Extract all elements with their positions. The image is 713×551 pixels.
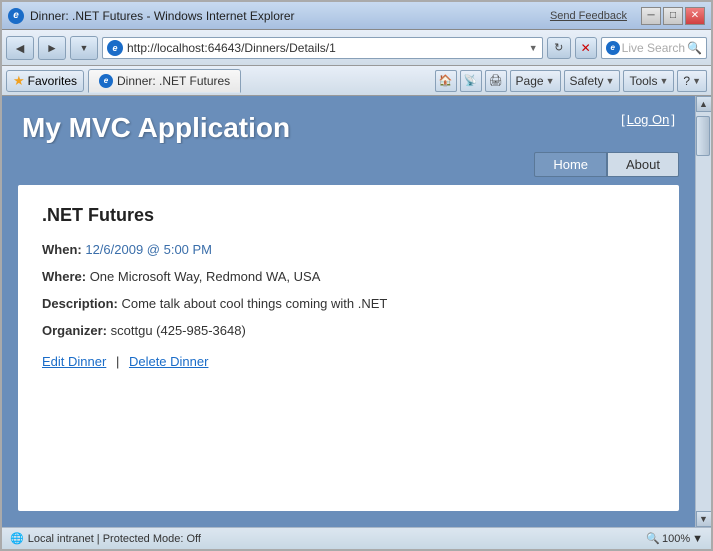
help-chevron-icon: ▼ <box>692 76 701 86</box>
back-button[interactable]: ◄ <box>6 36 34 60</box>
help-label: ? <box>683 74 690 88</box>
description-row: Description: Come talk about cool things… <box>42 296 655 311</box>
scroll-down-button[interactable]: ▼ <box>696 511 712 527</box>
when-value: 12/6/2009 @ 5:00 PM <box>85 242 212 257</box>
home-nav-button[interactable]: Home <box>534 152 607 177</box>
action-separator: | <box>116 354 119 369</box>
print-icon-btn[interactable]: 🖨 <box>485 70 507 92</box>
close-button[interactable]: ✕ <box>685 7 705 25</box>
page-chevron-icon: ▼ <box>546 76 555 86</box>
dropdown-button[interactable]: ▼ <box>70 36 98 60</box>
tab-ie-icon: e <box>99 74 113 88</box>
zoom-chevron-icon: ▼ <box>692 533 703 545</box>
tools-menu-btn[interactable]: Tools ▼ <box>623 70 674 92</box>
page-label: Page <box>516 74 544 88</box>
tools-chevron-icon: ▼ <box>659 76 668 86</box>
browser-title: Dinner: .NET Futures - Windows Internet … <box>30 9 295 23</box>
scroll-up-button[interactable]: ▲ <box>696 96 712 112</box>
scroll-track[interactable] <box>696 112 711 511</box>
live-search-icon: e <box>606 41 620 55</box>
safety-chevron-icon: ▼ <box>606 76 615 86</box>
zoom-icon: 🔍 <box>646 532 660 545</box>
address-dropdown-icon[interactable]: ▼ <box>529 43 538 53</box>
description-label: Description: <box>42 296 118 311</box>
dinner-title: .NET Futures <box>42 205 655 226</box>
scroll-thumb[interactable] <box>696 116 710 156</box>
tab-label: Dinner: .NET Futures <box>117 74 230 88</box>
forward-button[interactable]: ► <box>38 36 66 60</box>
help-btn[interactable]: ? ▼ <box>677 70 707 92</box>
tools-label: Tools <box>629 74 657 88</box>
browser-icon: e <box>8 8 24 24</box>
favorites-label: Favorites <box>28 74 77 88</box>
favorites-button[interactable]: ★ Favorites <box>6 70 84 92</box>
zoom-button[interactable]: 🔍 100% ▼ <box>646 532 703 545</box>
minimize-button[interactable]: ─ <box>641 7 661 25</box>
app-title: My MVC Application <box>22 112 290 144</box>
description-value: Come talk about cool things coming with … <box>121 296 387 311</box>
stop-button[interactable]: ✕ <box>575 37 597 59</box>
when-row: When: 12/6/2009 @ 5:00 PM <box>42 242 655 257</box>
current-tab[interactable]: e Dinner: .NET Futures <box>88 69 241 93</box>
where-row: Where: One Microsoft Way, Redmond WA, US… <box>42 269 655 284</box>
ie-address-icon: e <box>107 40 123 56</box>
safety-menu-btn[interactable]: Safety ▼ <box>564 70 621 92</box>
ie-status-icon: 🌐 <box>10 532 24 545</box>
login-bracket-close: ] <box>671 112 675 127</box>
star-icon: ★ <box>13 73 25 89</box>
where-value: One Microsoft Way, Redmond WA, USA <box>90 269 321 284</box>
search-magnifier-icon[interactable]: 🔍 <box>687 41 702 55</box>
edit-dinner-link[interactable]: Edit Dinner <box>42 354 106 369</box>
home-icon-btn[interactable]: 🏠 <box>435 70 457 92</box>
rss-icon-btn[interactable]: 📡 <box>460 70 482 92</box>
organizer-label: Organizer: <box>42 323 107 338</box>
login-link[interactable]: Log On <box>627 112 670 127</box>
page-menu-btn[interactable]: Page ▼ <box>510 70 561 92</box>
delete-dinner-link[interactable]: Delete Dinner <box>129 354 209 369</box>
address-input[interactable]: http://localhost:64643/Dinners/Details/1 <box>127 41 525 55</box>
send-feedback-link[interactable]: Send Feedback <box>550 10 627 22</box>
safety-label: Safety <box>570 74 604 88</box>
about-nav-button[interactable]: About <box>607 152 679 177</box>
organizer-value: scottgu (425-985-3648) <box>111 323 246 338</box>
status-zone: Local intranet | Protected Mode: Off <box>28 533 201 545</box>
maximize-button[interactable]: □ <box>663 7 683 25</box>
login-bracket-open: [ <box>621 112 625 127</box>
where-label: Where: <box>42 269 86 284</box>
zoom-level: 100% <box>662 533 690 545</box>
refresh-button[interactable]: ↻ <box>547 37 571 59</box>
actions-row: Edit Dinner | Delete Dinner <box>42 354 655 369</box>
when-label: When: <box>42 242 82 257</box>
organizer-row: Organizer: scottgu (425-985-3648) <box>42 323 655 338</box>
live-search-input[interactable]: Live Search <box>622 41 685 55</box>
